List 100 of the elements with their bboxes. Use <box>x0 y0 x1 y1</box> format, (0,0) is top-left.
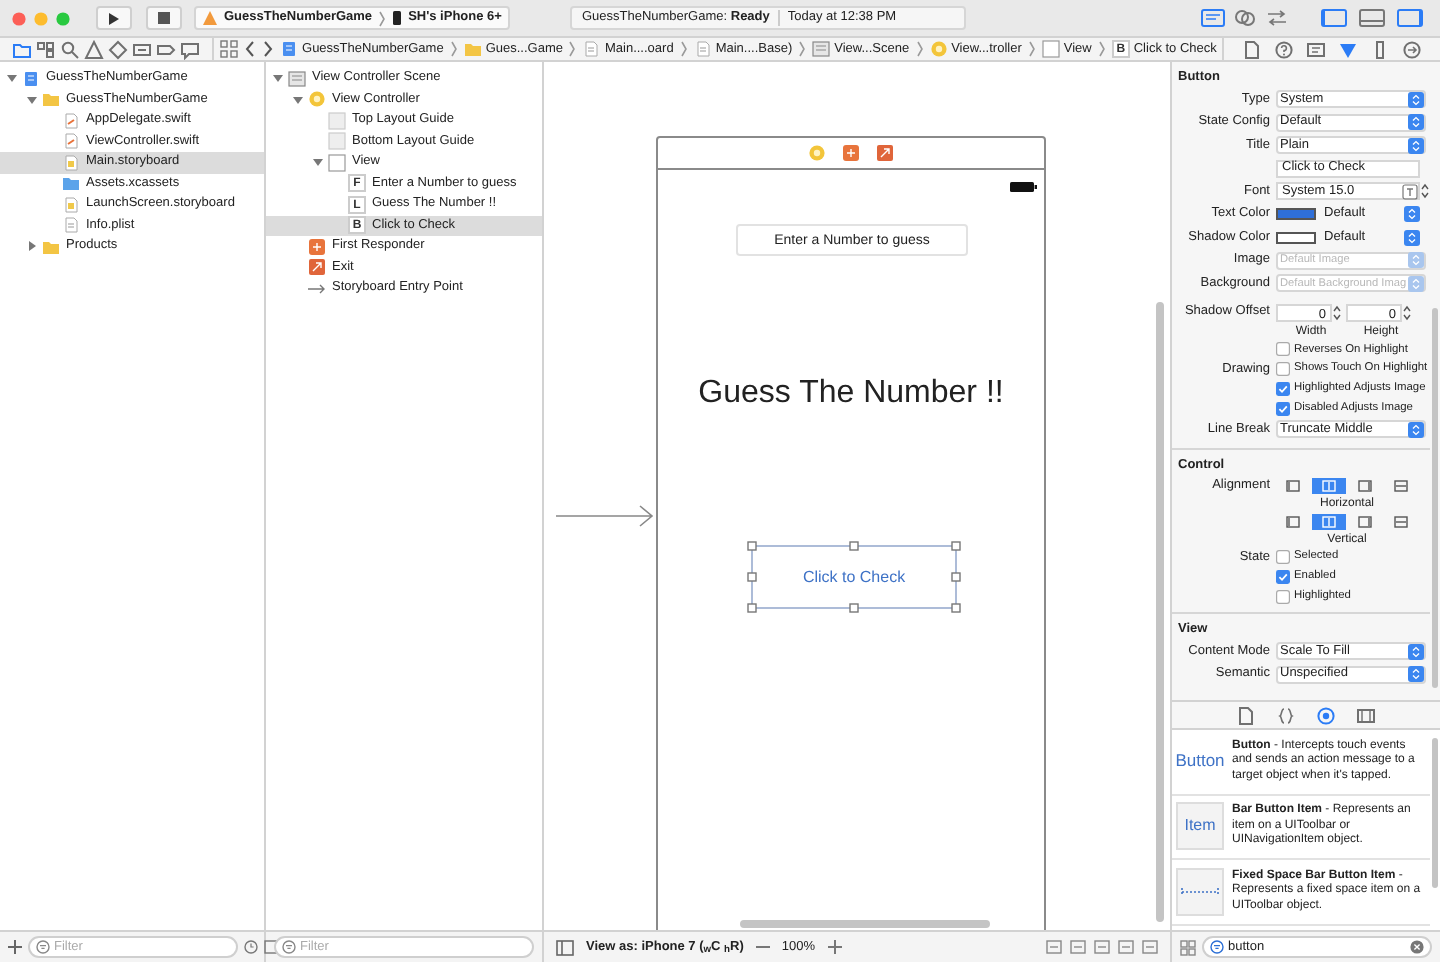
sidebar-toggle-icon[interactable] <box>556 939 574 955</box>
checkbox[interactable] <box>1276 362 1290 377</box>
related-items-icon[interactable] <box>220 40 239 58</box>
square-icon <box>328 153 346 172</box>
stepper-icon[interactable] <box>1332 303 1342 322</box>
popup-arrows-icon <box>1404 229 1420 246</box>
blueprint-icon <box>22 69 40 88</box>
add-icon[interactable] <box>8 940 22 954</box>
alignment-icon <box>1358 515 1372 528</box>
squares-icon[interactable] <box>36 39 56 59</box>
id-card-icon[interactable] <box>1306 39 1327 59</box>
popup-arrows-icon <box>1408 666 1424 683</box>
inspector-scrollbar[interactable] <box>1432 308 1438 688</box>
chevron-icon <box>1027 40 1036 58</box>
folder-icon <box>42 237 60 256</box>
close-button[interactable] <box>12 11 26 25</box>
clear-icon[interactable] <box>1410 940 1424 954</box>
vertical-scrollbar[interactable] <box>1156 302 1164 922</box>
editor-lines-icon[interactable] <box>1200 8 1226 28</box>
phone-icon <box>392 10 403 26</box>
list-file-icon <box>62 216 80 235</box>
segment[interactable] <box>1312 513 1346 530</box>
forward-icon[interactable] <box>262 40 275 58</box>
scene-icon <box>288 69 306 88</box>
tag-icon[interactable] <box>156 39 176 59</box>
circle-icon <box>929 40 948 58</box>
arrow-circle-icon[interactable] <box>1401 39 1422 59</box>
popup-arrows-icon <box>1408 252 1424 269</box>
triangle-icon[interactable] <box>84 39 104 59</box>
disclosure-triangle-icon[interactable] <box>26 93 38 106</box>
zoom-out-icon[interactable] <box>755 940 770 954</box>
square-icon <box>328 111 346 130</box>
pin-icon[interactable] <box>1094 940 1110 954</box>
diamond-icon[interactable] <box>108 39 128 59</box>
disclosure-triangle-icon[interactable] <box>26 240 38 253</box>
folder-icon <box>62 174 80 193</box>
bottom-panel-icon[interactable] <box>1358 8 1386 28</box>
folder-icon <box>463 40 482 58</box>
cube-icon <box>308 237 326 256</box>
checkbox[interactable] <box>1276 550 1290 565</box>
stepper-icon[interactable] <box>1420 182 1430 201</box>
rectangle-icon[interactable] <box>132 39 152 59</box>
stepper-icon[interactable] <box>1402 303 1412 322</box>
document-icon[interactable] <box>1236 705 1256 725</box>
document-icon[interactable] <box>1242 39 1263 59</box>
folder-icon[interactable] <box>12 39 32 59</box>
checkbox[interactable] <box>1276 401 1290 416</box>
horizontal-scrollbar[interactable] <box>740 920 990 928</box>
checkbox[interactable] <box>1276 381 1290 396</box>
disclosure-triangle-icon[interactable] <box>292 93 304 106</box>
disclosure-triangle-icon[interactable] <box>312 156 324 169</box>
checkbox[interactable] <box>1276 589 1290 604</box>
disclosure-triangle-icon[interactable] <box>6 72 18 85</box>
play-icon <box>108 11 120 25</box>
popup-arrows-icon <box>1408 114 1424 131</box>
arrows-icon[interactable] <box>1264 8 1290 28</box>
clock-icon[interactable] <box>244 940 258 954</box>
chevron-icon <box>915 40 924 58</box>
run-button[interactable] <box>96 6 132 30</box>
segment[interactable] <box>1312 477 1346 494</box>
popup-arrows-icon <box>1408 643 1424 660</box>
back-icon[interactable] <box>244 40 257 58</box>
zoom-in-icon[interactable] <box>827 940 841 954</box>
help-icon[interactable] <box>1274 39 1295 59</box>
document-icon <box>62 153 80 172</box>
embed-icon[interactable] <box>1070 940 1086 954</box>
exit-icon[interactable] <box>876 144 894 162</box>
check-button[interactable]: Click to Check <box>752 546 956 608</box>
braces-icon[interactable] <box>1276 705 1296 725</box>
bar-item-preview: Item <box>1176 802 1224 851</box>
checkbox[interactable] <box>1276 342 1290 357</box>
code-file-icon <box>62 132 80 151</box>
speech-bubble-icon[interactable] <box>180 39 200 59</box>
filter-icon <box>36 940 50 954</box>
right-panel-icon[interactable] <box>1396 8 1424 28</box>
grid-view-icon[interactable] <box>1180 939 1196 955</box>
zoom-button[interactable] <box>56 11 70 25</box>
chevron-icon <box>449 40 458 58</box>
resize-icon[interactable] <box>1142 940 1158 954</box>
align-icon[interactable] <box>1046 940 1062 954</box>
arrow-icon <box>308 279 326 298</box>
film-icon[interactable] <box>1356 705 1376 725</box>
left-panel-icon[interactable] <box>1320 8 1348 28</box>
chevron-icon <box>679 40 688 58</box>
overlapping-circles-icon[interactable] <box>1232 8 1258 28</box>
square-icon <box>328 132 346 151</box>
disclosure-triangle-icon[interactable] <box>272 72 284 85</box>
search-icon[interactable] <box>60 39 80 59</box>
resolve-icon[interactable] <box>1118 940 1134 954</box>
popup-arrows-icon <box>1408 275 1424 292</box>
circle-target-icon[interactable] <box>1316 705 1336 725</box>
stop-button[interactable] <box>146 6 182 30</box>
battery-icon <box>1010 182 1038 192</box>
circle-icon <box>308 90 326 109</box>
font-picker-icon[interactable] <box>1402 183 1418 200</box>
chevron-icon <box>1097 40 1106 58</box>
alignment-icon <box>1322 515 1336 528</box>
library-scrollbar[interactable] <box>1432 738 1438 888</box>
checkbox[interactable] <box>1276 569 1290 584</box>
cube-icon[interactable] <box>842 144 860 162</box>
